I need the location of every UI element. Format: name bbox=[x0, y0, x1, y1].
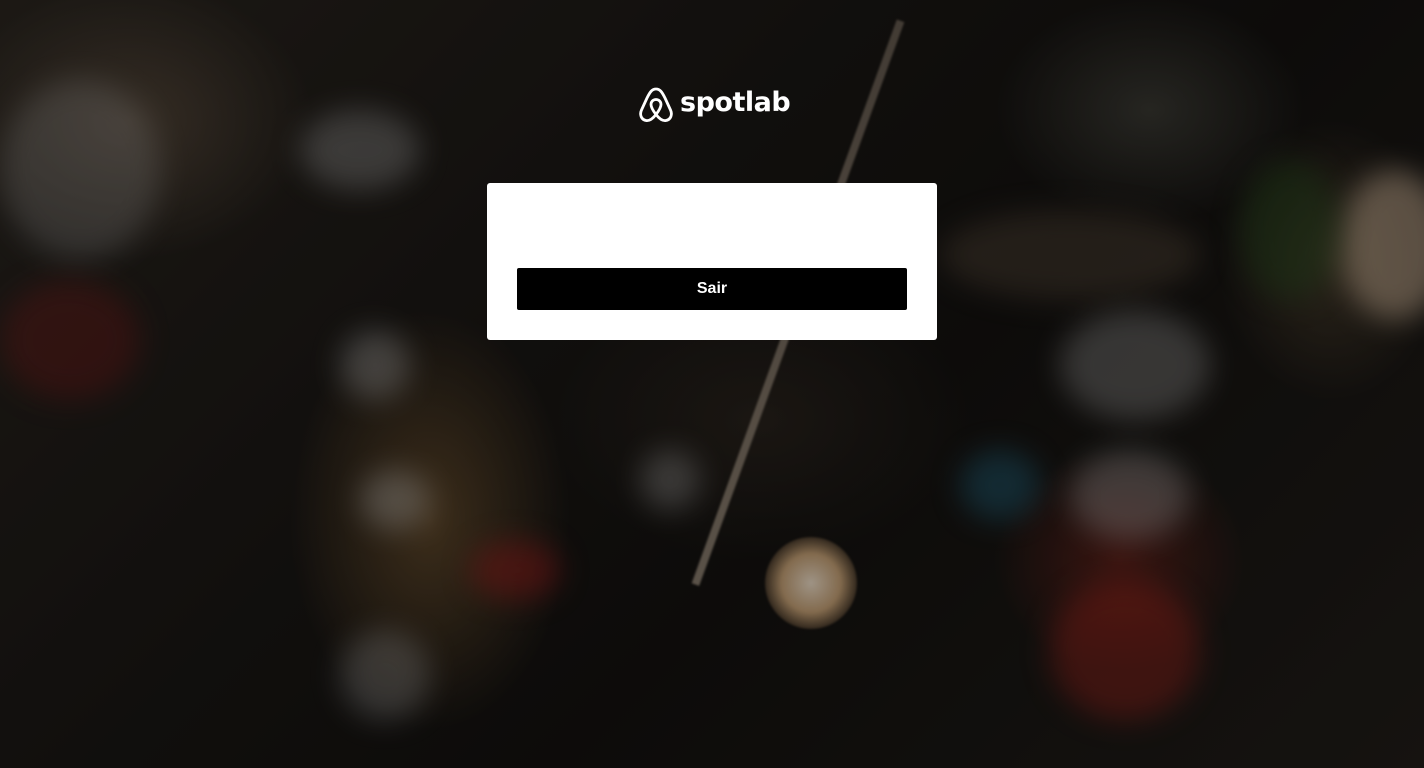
brand-name: spotlab bbox=[680, 86, 791, 118]
airbnb-belo-icon bbox=[639, 87, 673, 123]
logout-button[interactable]: Sair bbox=[517, 268, 907, 310]
brand-logo: spotlab bbox=[638, 86, 791, 124]
logout-card: Sair bbox=[487, 183, 937, 340]
